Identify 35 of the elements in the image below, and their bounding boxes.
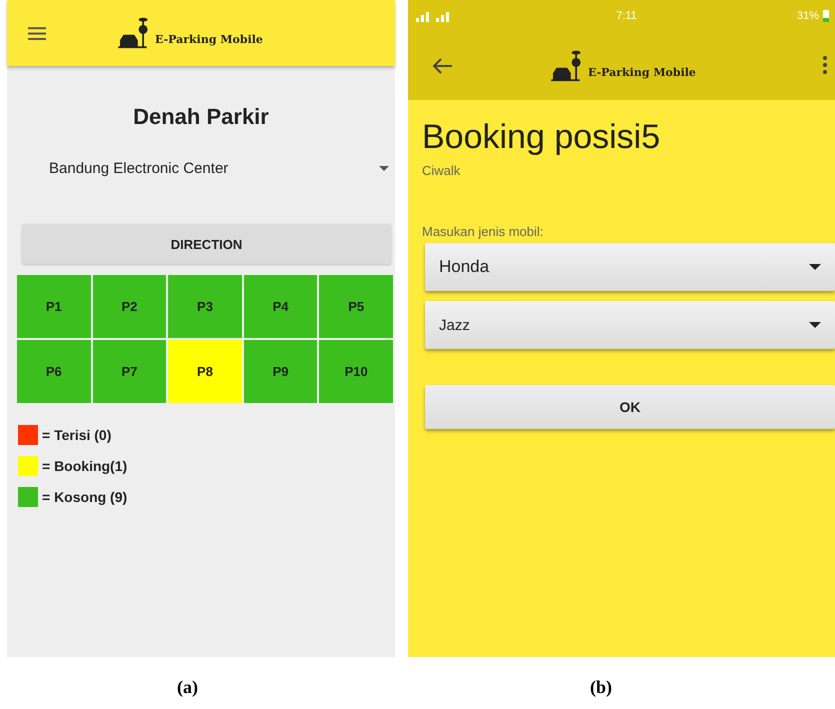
caret-icon — [809, 264, 821, 270]
legend-label: = Booking(1) — [42, 458, 128, 474]
parking-slot[interactable]: P1 — [17, 275, 91, 338]
caret-icon — [379, 166, 389, 171]
figure-caption: (b) — [590, 677, 612, 698]
location-subtitle: Ciwalk — [422, 163, 462, 178]
more-options-icon[interactable] — [823, 56, 827, 74]
direction-button[interactable]: DIRECTION — [22, 224, 391, 264]
location-dropdown[interactable]: Bandung Electronic Center — [49, 160, 389, 177]
app-logo-text: E-Parking Mobile — [155, 33, 263, 46]
parking-slot[interactable]: P4 — [244, 275, 318, 338]
parking-slot[interactable]: P7 — [92, 340, 166, 403]
parking-slot[interactable]: P3 — [168, 275, 242, 338]
parking-slot[interactable]: P9 — [244, 340, 318, 403]
page-title: Booking posisi5 — [422, 118, 662, 157]
back-arrow-icon[interactable] — [433, 58, 453, 74]
parking-slot[interactable]: P2 — [92, 275, 166, 338]
field-label: Masukan jenis mobil: — [422, 224, 544, 239]
car-dropdown[interactable]: Jazz — [425, 301, 835, 349]
ok-button[interactable]: OK — [425, 385, 835, 429]
battery-icon — [823, 10, 829, 22]
parking-slot[interactable]: P8 — [168, 340, 242, 403]
app-logo-text: E-Parking Mobile — [588, 66, 696, 79]
parking-slot[interactable]: P6 — [17, 340, 91, 403]
caret-icon — [809, 322, 821, 328]
menu-icon[interactable] — [28, 26, 46, 40]
parking-slot[interactable]: P5 — [319, 275, 393, 338]
battery-percent: 31% — [796, 10, 819, 22]
parking-slot[interactable]: P10 — [319, 340, 393, 403]
legend-label: = Kosong (9) — [42, 489, 128, 505]
figure-caption: (a) — [177, 677, 198, 698]
status-time: 7:11 — [616, 10, 637, 22]
car-dropdown[interactable]: Honda — [425, 243, 835, 291]
legend-label: = Terisi (0) — [42, 427, 112, 443]
page-title: Denah Parkir — [132, 104, 270, 130]
